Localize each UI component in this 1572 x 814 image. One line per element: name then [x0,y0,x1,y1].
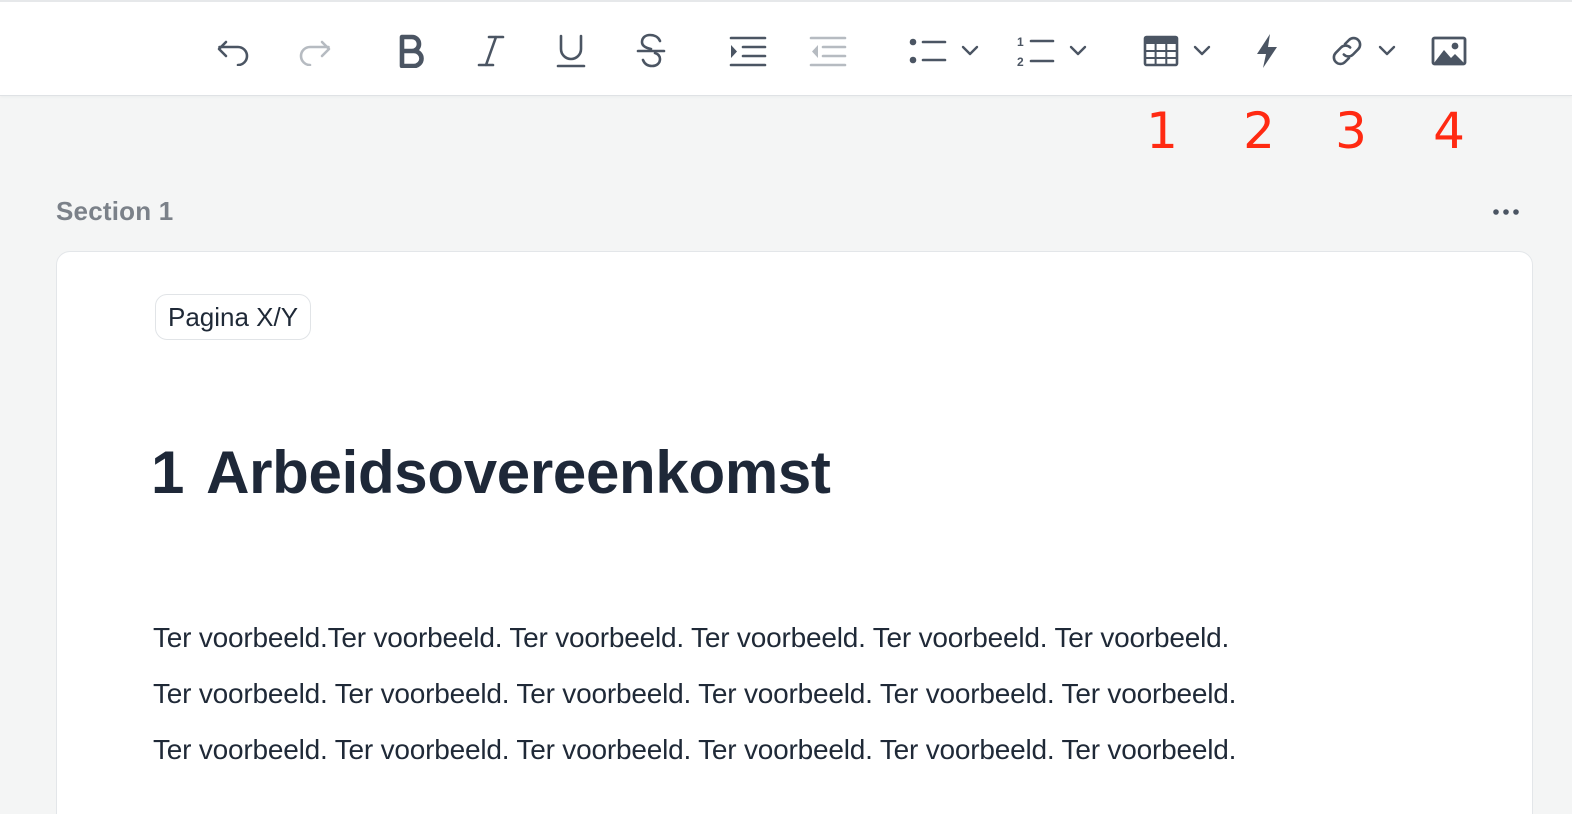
strikethrough-icon [636,33,666,68]
annotation-marker-4: 4 [1433,102,1465,160]
document-page[interactable]: Pagina X/Y 1 Arbeidsovereenkomst Ter voor… [56,251,1533,814]
section-title: Section 1 [56,196,174,226]
paragraph-line: Ter voorbeeld. Ter voorbeeld. Ter voorbe… [153,734,1237,765]
redo-icon [299,40,331,66]
table-icon [1143,35,1179,67]
heading-number: 1 [151,439,185,506]
indent-icon [729,36,767,67]
paragraph-line: Ter voorbeeld.Ter voorbeeld. Ter voorbee… [153,622,1230,653]
bold-button[interactable] [392,29,430,73]
page-number-chip[interactable]: Pagina X/Y [155,294,312,340]
italic-button[interactable] [472,29,510,73]
underline-icon [556,34,586,68]
image-button[interactable] [1430,29,1468,73]
lightning-icon [1257,34,1277,68]
paragraph-line: Ter voorbeeld. Ter voorbeeld. Ter voorbe… [153,678,1237,709]
numbered-list-icon: 1 2 [1017,35,1055,68]
chevron-down-icon [1069,45,1087,56]
outdent-button[interactable] [808,29,848,73]
undo-button[interactable] [214,29,254,73]
chevron-down-icon [1378,45,1396,56]
image-icon [1431,36,1467,66]
chevron-down-icon [961,45,979,56]
strikethrough-button[interactable] [632,29,670,73]
editor-toolbar: 1 2 [0,0,1572,96]
link-icon [1332,36,1362,66]
section-more-button[interactable] [1488,198,1524,226]
svg-text:2: 2 [1017,55,1024,68]
undo-icon [217,40,249,66]
italic-icon [477,35,505,67]
quick-action-button[interactable] [1250,29,1284,73]
bullet-list-button[interactable] [904,29,984,73]
bold-icon [399,34,424,68]
table-button[interactable] [1140,29,1214,73]
document-heading[interactable]: 1 Arbeidsovereenkomst [151,438,831,507]
bullet-list-icon [909,38,947,64]
underline-button[interactable] [552,29,590,73]
ellipsis-icon [1493,209,1519,215]
numbered-list-button[interactable]: 1 2 [1012,29,1092,73]
redo-button[interactable] [294,29,334,73]
svg-text:1: 1 [1017,35,1024,49]
outdent-icon [809,36,847,67]
link-button[interactable] [1326,29,1400,73]
annotation-marker-2: 2 [1243,102,1275,160]
heading-text: Arbeidsovereenkomst [206,439,831,506]
body-paragraph[interactable]: Ter voorbeeld.Ter voorbeeld. Ter voorbee… [153,610,1443,778]
annotation-marker-3: 3 [1335,102,1367,160]
annotation-marker-1: 1 [1146,102,1178,160]
chevron-down-icon [1193,45,1211,56]
indent-button[interactable] [728,29,768,73]
